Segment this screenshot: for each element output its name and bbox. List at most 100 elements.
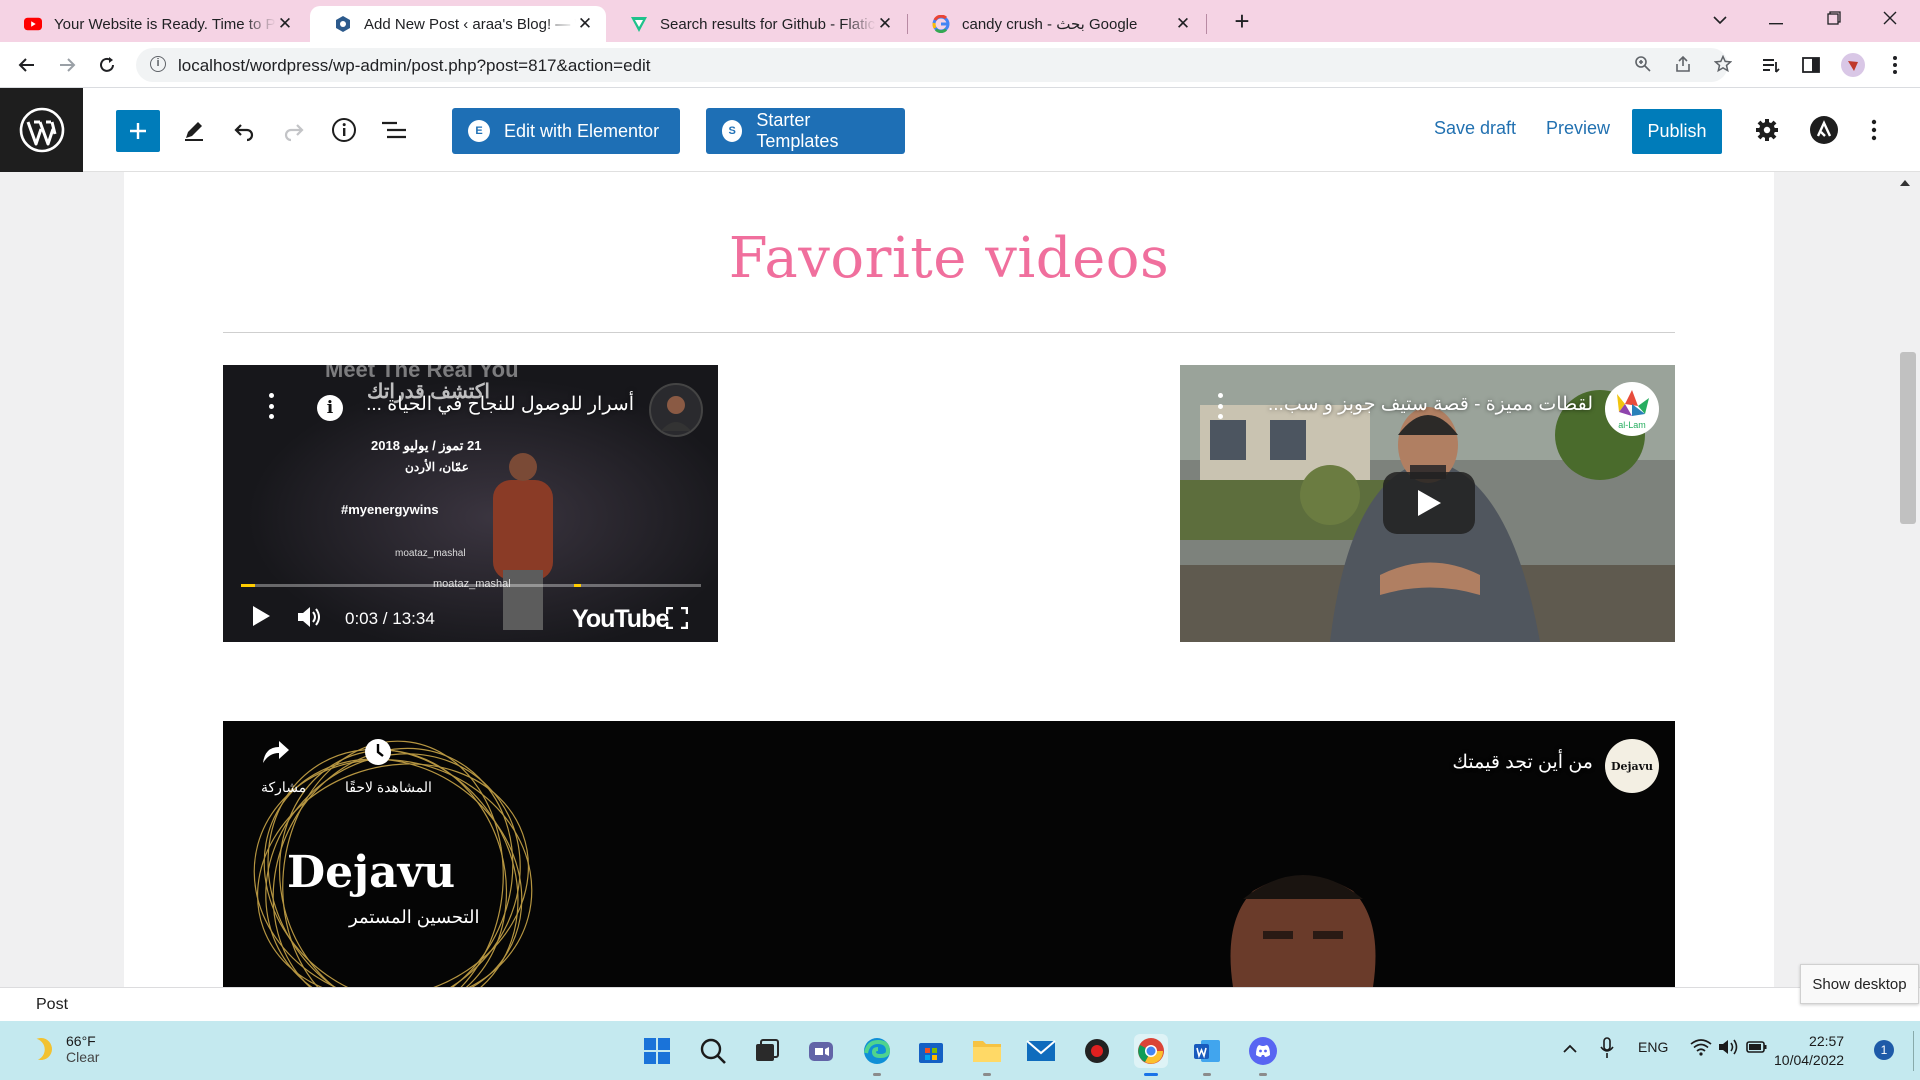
close-tab-icon[interactable]: ✕ [576,14,594,34]
overlay-text: #myenergywins [341,502,439,517]
app-running-indicator [1203,1073,1211,1076]
preview-button[interactable]: Preview [1546,118,1610,139]
youtube-logo[interactable]: YouTube [572,605,669,634]
video-info-icon[interactable]: i [317,395,343,421]
details-info-icon[interactable] [328,114,360,146]
start-windows-icon[interactable] [640,1034,674,1068]
options-menu-icon[interactable] [1858,114,1890,146]
minimize-icon[interactable] [1748,0,1804,40]
battery-icon[interactable] [1746,1038,1768,1059]
show-desktop-button[interactable] [1913,1031,1914,1071]
window-close-icon[interactable] [1862,0,1918,40]
watch-later-icon[interactable] [363,737,393,772]
page-heading[interactable]: Favorite videos [124,226,1774,291]
channel-avatar[interactable] [649,383,703,437]
google-icon [932,15,950,33]
discord-icon[interactable] [1246,1034,1280,1076]
url-text[interactable]: localhost/wordpress/wp-admin/post.php?po… [178,56,651,76]
new-tab-button[interactable]: + [1224,6,1260,36]
progress-track[interactable] [241,584,701,587]
close-tab-icon[interactable]: ✕ [876,14,894,34]
scroll-up-arrow-icon[interactable] [1900,180,1910,186]
close-tab-icon[interactable]: ✕ [1174,14,1192,34]
flaticon-icon [630,15,648,33]
app-running-indicator [1259,1073,1267,1076]
input-language[interactable]: ENG [1638,1039,1668,1055]
dejavu-logo-subtitle: التحسين المستمر [349,907,480,927]
show-hidden-icons-chevron-icon[interactable] [1562,1041,1578,1057]
site-info-icon[interactable]: i [150,56,166,72]
video-embed-1[interactable]: Meet The Real You اكتشف قدراتك 21 تموز /… [223,365,718,642]
edit-pencil-icon[interactable] [178,114,210,146]
reading-list-icon[interactable] [1756,50,1786,80]
address-bar[interactable]: i localhost/wordpress/wp-admin/post.php?… [136,48,1733,82]
windows-taskbar: 66°F Clear ENG 22:57 10/04/2022 1 [0,1021,1920,1080]
bookmark-star-icon[interactable] [1712,54,1734,77]
video-title[interactable]: من أين تجد قيمتك [1452,751,1593,774]
weather-widget[interactable]: 66°F Clear [30,1033,99,1065]
recorder-app-icon[interactable] [1080,1034,1114,1068]
settings-gear-icon[interactable] [1751,114,1783,146]
browser-menu-icon[interactable] [1880,50,1910,80]
tab-search-icon[interactable] [1692,0,1748,40]
moon-icon [27,1035,55,1063]
task-view-icon[interactable] [750,1034,784,1068]
volume-icon[interactable] [1718,1038,1740,1059]
word-icon[interactable] [1190,1034,1224,1076]
progress-filled [241,584,255,587]
post-content-area[interactable]: Favorite videos Meet The Real You اكتشف … [124,172,1774,987]
share-icon[interactable] [261,739,297,770]
channel-avatar[interactable]: Dejavu [1605,739,1659,793]
fullscreen-icon[interactable] [665,606,689,634]
microsoft-store-icon[interactable] [914,1034,948,1068]
editor-canvas[interactable]: Favorite videos Meet The Real You اكتشف … [0,172,1920,987]
microphone-icon[interactable] [1600,1037,1614,1062]
starter-templates-button[interactable]: S Starter Templates [706,108,905,154]
block-breadcrumb[interactable]: Post [36,996,68,1014]
browser-tab-flaticon[interactable]: Search results for Github - Flaticon ✕ [606,6,906,42]
redo-icon [278,114,310,146]
scrollbar-thumb[interactable] [1900,352,1916,524]
channel-avatar[interactable]: al-Lam [1605,382,1659,436]
video-embed-3[interactable]: مشاركة المشاهدة لاحقًا Dejavu التحسين ال… [223,721,1675,987]
reload-icon[interactable] [92,50,122,80]
share-icon[interactable] [1672,55,1694,77]
save-draft-button[interactable]: Save draft [1434,118,1516,139]
editor-header: E Edit with Elementor S Starter Template… [0,88,1920,172]
side-panel-icon[interactable] [1796,50,1826,80]
forward-arrow-icon[interactable] [52,50,82,80]
astra-logo-icon[interactable] [1808,114,1840,146]
browser-tab-youtube[interactable]: Your Website is Ready. Time to Publish ✕ [0,6,306,42]
video-title[interactable]: لقطات مميزة - قصة ستيف جوبز و سب... [1268,393,1593,416]
undo-icon[interactable] [228,114,260,146]
profile-avatar-icon[interactable] [1838,50,1868,80]
browser-tab-wordpress[interactable]: Add New Post ‹ araa's Blog! — WordPress … [310,6,606,42]
file-explorer-icon[interactable] [970,1034,1004,1076]
browser-tab-google[interactable]: candy crush - بحث Google ✕ [908,6,1204,42]
video-embed-2[interactable]: لقطات مميزة - قصة ستيف جوبز و سب... al-L… [1180,365,1675,642]
list-view-icon[interactable] [378,114,410,146]
volume-icon[interactable] [297,606,323,633]
teams-chat-icon[interactable] [804,1034,838,1068]
zoom-icon[interactable] [1632,55,1654,77]
search-icon[interactable] [696,1034,730,1068]
add-block-button[interactable] [116,110,160,152]
wordpress-logo-icon[interactable] [0,88,83,172]
video-more-icon[interactable] [1216,393,1224,419]
watch-later-label: المشاهدة لاحقًا [345,779,432,795]
close-tab-icon[interactable]: ✕ [276,14,294,34]
wifi-icon[interactable] [1690,1038,1712,1059]
back-arrow-icon[interactable] [12,50,42,80]
system-clock[interactable]: 22:57 10/04/2022 [1774,1032,1844,1070]
edit-with-elementor-button[interactable]: E Edit with Elementor [452,108,680,154]
play-button[interactable] [1383,472,1475,534]
play-icon[interactable] [251,605,271,632]
video-more-icon[interactable] [267,393,275,419]
restore-icon[interactable] [1806,0,1862,40]
chrome-browser-icon[interactable] [1134,1034,1168,1076]
edge-browser-icon[interactable] [860,1034,894,1076]
publish-button[interactable]: Publish [1632,109,1722,154]
video-title[interactable]: أسرار للوصول للنجاح في الحياة ... [366,393,634,416]
notification-badge[interactable]: 1 [1874,1040,1894,1060]
mail-icon[interactable] [1024,1034,1058,1068]
